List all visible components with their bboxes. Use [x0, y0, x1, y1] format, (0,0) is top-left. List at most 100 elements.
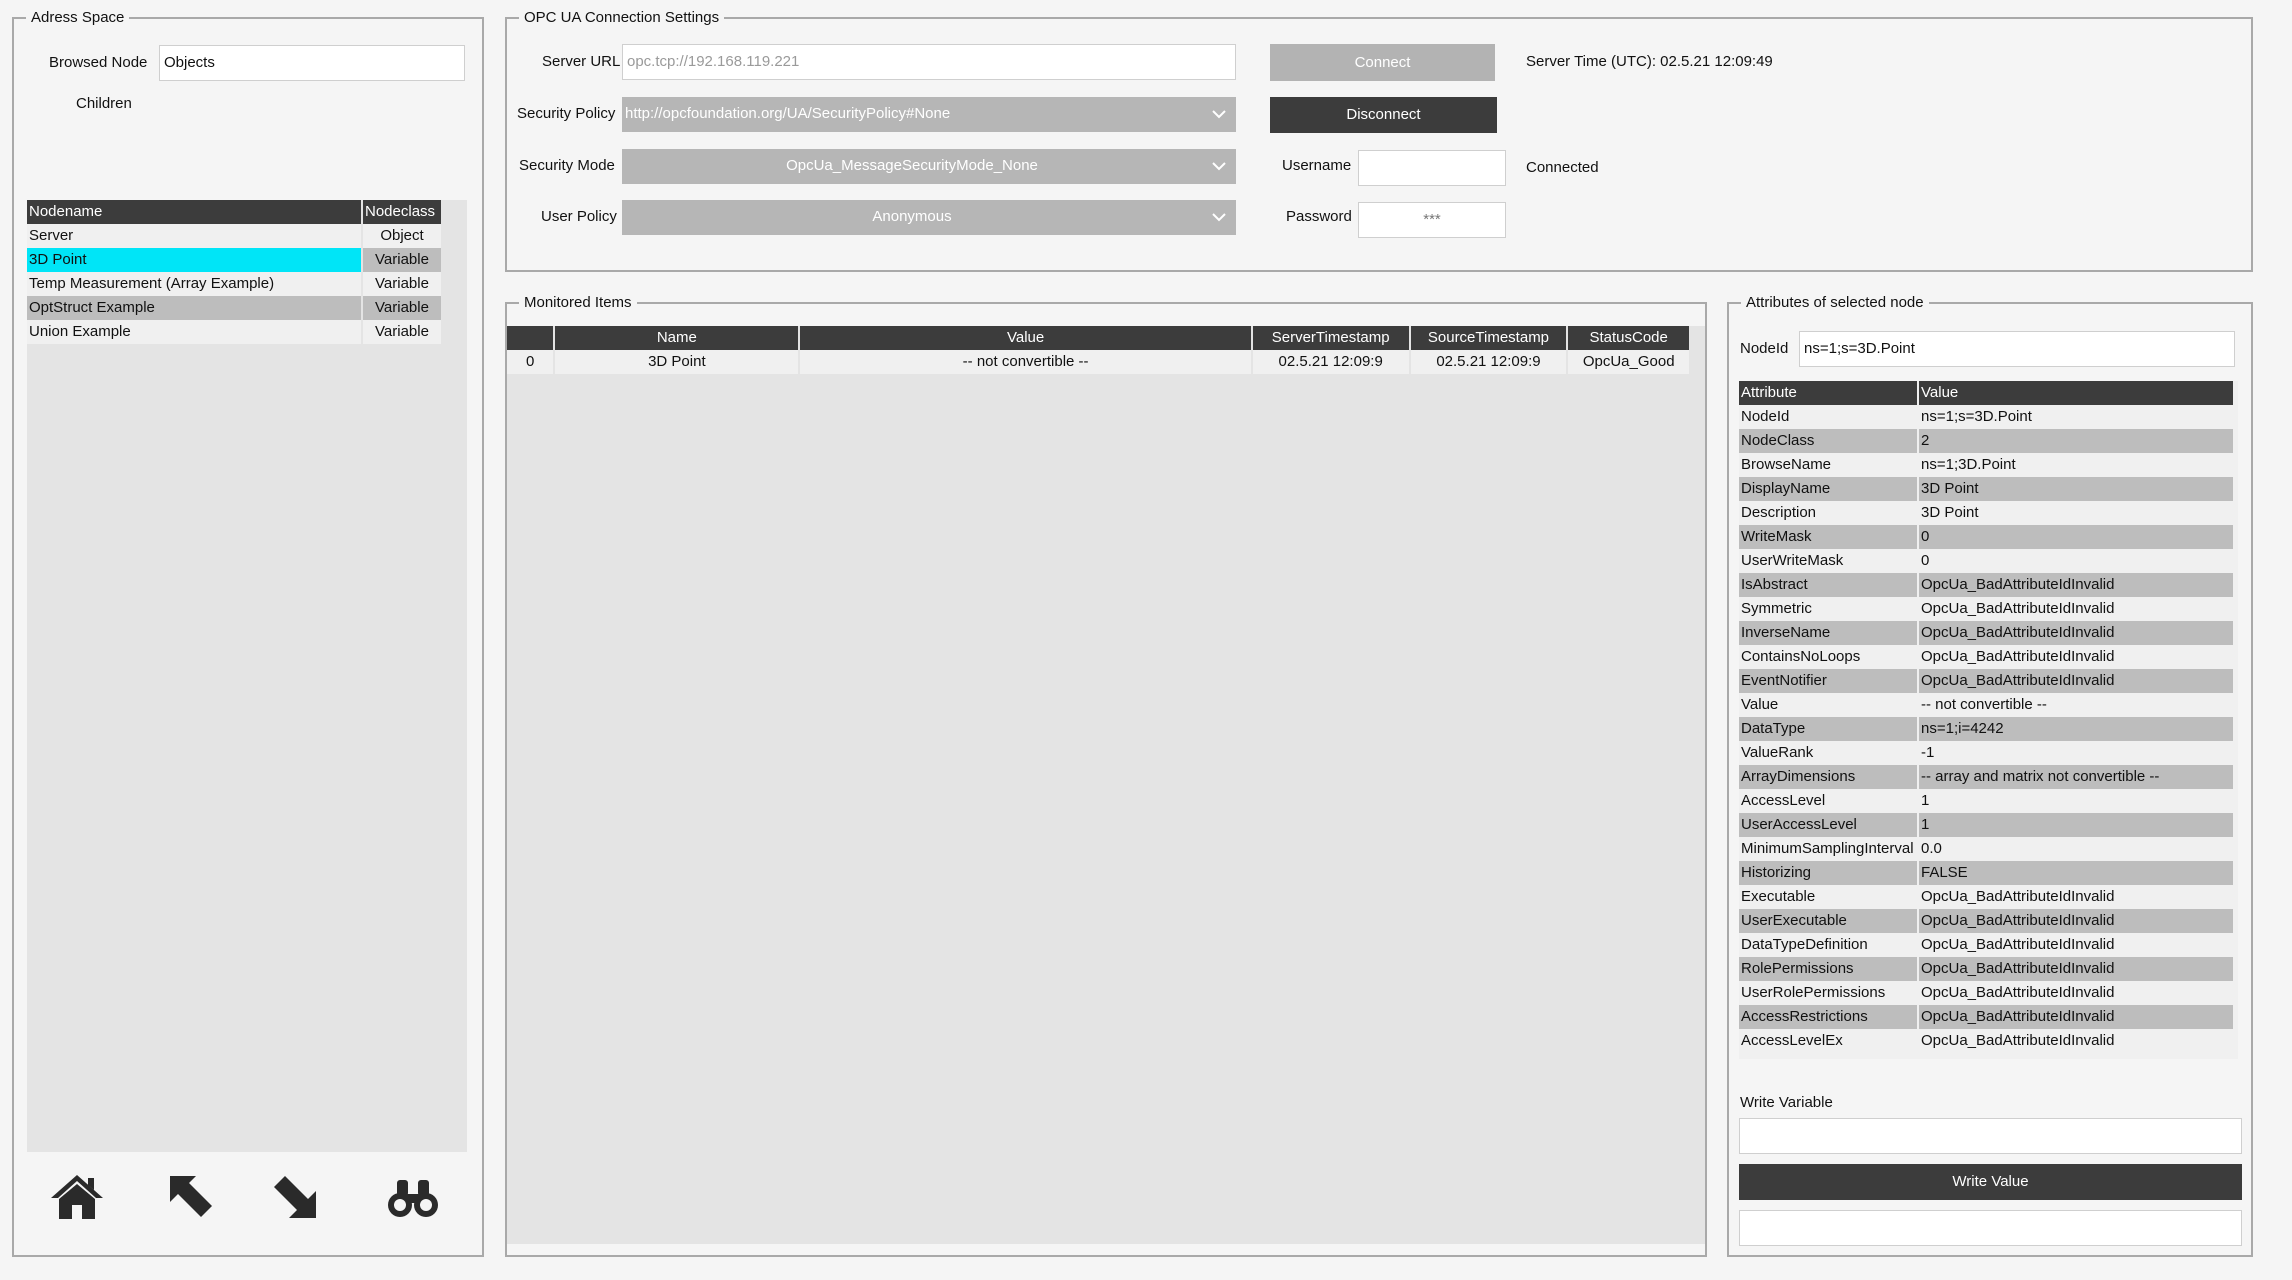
- attribute-row[interactable]: NodeId ns=1;s=3D.Point: [1739, 405, 2233, 429]
- attribute-row[interactable]: AccessLevel 1: [1739, 789, 2233, 813]
- attribute-value: -- not convertible --: [1919, 693, 2233, 717]
- write-variable-input[interactable]: [1739, 1118, 2242, 1154]
- chevron-down-icon: [1212, 210, 1226, 224]
- attribute-name: AccessLevelEx: [1739, 1029, 1917, 1053]
- attribute-row[interactable]: UserWriteMask 0: [1739, 549, 2233, 573]
- attribute-row[interactable]: Value -- not convertible --: [1739, 693, 2233, 717]
- server-url-input[interactable]: opc.tcp://192.168.119.221: [622, 44, 1236, 80]
- server-url-label: Server URL: [542, 53, 621, 70]
- column-header-nodename[interactable]: Nodename: [27, 200, 361, 224]
- attribute-row[interactable]: WriteMask 0: [1739, 525, 2233, 549]
- username-input[interactable]: [1358, 150, 1506, 186]
- children-list[interactable]: Nodename Nodeclass Server Object 3D Poin…: [27, 200, 467, 1152]
- table-row[interactable]: Union Example Variable: [27, 320, 441, 344]
- attribute-name: ContainsNoLoops: [1739, 645, 1917, 669]
- attribute-value: OpcUa_BadAttributeIdInvalid: [1919, 885, 2233, 909]
- attribute-row[interactable]: RolePermissions OpcUa_BadAttributeIdInval…: [1739, 957, 2233, 981]
- attribute-name: IsAbstract: [1739, 573, 1917, 597]
- attribute-row[interactable]: UserAccessLevel 1: [1739, 813, 2233, 837]
- attribute-value: 0: [1919, 525, 2233, 549]
- attribute-name: Value: [1739, 693, 1917, 717]
- monitored-items-grid[interactable]: Name Value ServerTimestamp SourceTimesta…: [507, 326, 1705, 1244]
- node-name: Union Example: [27, 320, 361, 344]
- column-header-status-code[interactable]: StatusCode: [1568, 326, 1689, 350]
- attribute-name: UserAccessLevel: [1739, 813, 1917, 837]
- attribute-row[interactable]: Historizing FALSE: [1739, 861, 2233, 885]
- node-name: 3D Point: [27, 248, 361, 272]
- monitored-items-title: Monitored Items: [519, 293, 637, 313]
- attribute-value: OpcUa_BadAttributeIdInvalid: [1919, 1005, 2233, 1029]
- chevron-down-icon: [1212, 159, 1226, 173]
- attribute-row[interactable]: BrowseName ns=1;3D.Point: [1739, 453, 2233, 477]
- column-header-value[interactable]: Value: [1919, 381, 2233, 405]
- write-value-button[interactable]: Write Value: [1739, 1164, 2242, 1200]
- browsed-node-field[interactable]: Objects: [159, 45, 465, 81]
- connect-button[interactable]: Connect: [1270, 44, 1495, 81]
- attribute-value: -1: [1919, 741, 2233, 765]
- node-class: Variable: [363, 272, 441, 296]
- attribute-name: EventNotifier: [1739, 669, 1917, 693]
- security-mode-label: Security Mode: [519, 157, 615, 174]
- attribute-row[interactable]: DataType ns=1;i=4242: [1739, 717, 2233, 741]
- table-row[interactable]: OptStruct Example Variable: [27, 296, 441, 320]
- table-row-selected[interactable]: 3D Point Variable: [27, 248, 441, 272]
- column-header-server-timestamp[interactable]: ServerTimestamp: [1252, 326, 1409, 350]
- security-mode-select[interactable]: OpcUa_MessageSecurityMode_None: [622, 149, 1236, 184]
- attribute-value: OpcUa_BadAttributeIdInvalid: [1919, 957, 2233, 981]
- attribute-value: 3D Point: [1919, 501, 2233, 525]
- attribute-name: BrowseName: [1739, 453, 1917, 477]
- attribute-row[interactable]: InverseName OpcUa_BadAttributeIdInvalid: [1739, 621, 2233, 645]
- attribute-name: NodeId: [1739, 405, 1917, 429]
- attribute-row[interactable]: IsAbstract OpcUa_BadAttributeIdInvalid: [1739, 573, 2233, 597]
- column-header-nodeclass[interactable]: Nodeclass: [363, 200, 441, 224]
- arrow-down-right-icon[interactable]: [266, 1172, 324, 1222]
- attribute-row[interactable]: EventNotifier OpcUa_BadAttributeIdInvalid: [1739, 669, 2233, 693]
- attribute-name: UserRolePermissions: [1739, 981, 1917, 1005]
- column-header-name[interactable]: Name: [555, 326, 799, 350]
- column-header-index[interactable]: [507, 326, 554, 350]
- home-icon[interactable]: [48, 1172, 106, 1222]
- column-header-value[interactable]: Value: [800, 326, 1251, 350]
- cell-server-timestamp: 02.5.21 12:09:9: [1252, 350, 1409, 374]
- attributes-table-header: Attribute Value: [1739, 381, 2233, 405]
- attribute-row[interactable]: NodeClass 2: [1739, 429, 2233, 453]
- attribute-row[interactable]: DisplayName 3D Point: [1739, 477, 2233, 501]
- attribute-row[interactable]: AccessLevelEx OpcUa_BadAttributeIdInvalid: [1739, 1029, 2233, 1053]
- column-header-source-timestamp[interactable]: SourceTimestamp: [1410, 326, 1567, 350]
- username-label: Username: [1282, 157, 1352, 174]
- attribute-row[interactable]: UserRolePermissions OpcUa_BadAttributeIdI…: [1739, 981, 2233, 1005]
- attribute-row[interactable]: Description 3D Point: [1739, 501, 2233, 525]
- attribute-name: InverseName: [1739, 621, 1917, 645]
- binoculars-icon[interactable]: [384, 1172, 442, 1222]
- monitored-items-table: Name Value ServerTimestamp SourceTimesta…: [505, 326, 1691, 374]
- attribute-row[interactable]: Symmetric OpcUa_BadAttributeIdInvalid: [1739, 597, 2233, 621]
- attributes-grid[interactable]: Attribute Value NodeId ns=1;s=3D.Point Nod…: [1739, 381, 2238, 1059]
- table-row[interactable]: 0 3D Point -- not convertible -- 02.5.21…: [507, 350, 1689, 374]
- attribute-row[interactable]: AccessRestrictions OpcUa_BadAttributeIdIn…: [1739, 1005, 2233, 1029]
- children-label: Children: [76, 95, 132, 112]
- attribute-value: FALSE: [1919, 861, 2233, 885]
- cell-status-code: OpcUa_Good: [1568, 350, 1689, 374]
- nodeid-field[interactable]: ns=1;s=3D.Point: [1799, 331, 2235, 367]
- attribute-row[interactable]: ValueRank -1: [1739, 741, 2233, 765]
- table-row[interactable]: Server Object: [27, 224, 441, 248]
- node-class: Object: [363, 224, 441, 248]
- attribute-value: OpcUa_BadAttributeIdInvalid: [1919, 1029, 2233, 1053]
- attribute-value: 0.0: [1919, 837, 2233, 861]
- attribute-row[interactable]: UserExecutable OpcUa_BadAttributeIdInvali…: [1739, 909, 2233, 933]
- disconnect-button[interactable]: Disconnect: [1270, 97, 1497, 133]
- attribute-row[interactable]: ArrayDimensions -- array and matrix not …: [1739, 765, 2233, 789]
- security-policy-select[interactable]: http://opcfoundation.org/UA/SecurityPoli…: [622, 97, 1236, 132]
- table-row[interactable]: Temp Measurement (Array Example) Variabl…: [27, 272, 441, 296]
- attribute-row[interactable]: MinimumSamplingInterval 0.0: [1739, 837, 2233, 861]
- column-header-attribute[interactable]: Attribute: [1739, 381, 1917, 405]
- attribute-row[interactable]: Executable OpcUa_BadAttributeIdInvalid: [1739, 885, 2233, 909]
- attributes-table: Attribute Value NodeId ns=1;s=3D.Point Nod…: [1737, 381, 2235, 1053]
- attribute-row[interactable]: ContainsNoLoops OpcUa_BadAttributeIdInval…: [1739, 645, 2233, 669]
- user-policy-select[interactable]: Anonymous: [622, 200, 1236, 235]
- attribute-row[interactable]: DataTypeDefinition OpcUa_BadAttributeIdIn…: [1739, 933, 2233, 957]
- attribute-name: ValueRank: [1739, 741, 1917, 765]
- arrow-up-left-icon[interactable]: [162, 1172, 220, 1222]
- password-input[interactable]: ***: [1358, 202, 1506, 238]
- server-time-text: Server Time (UTC): 02.5.21 12:09:49: [1526, 53, 1773, 70]
